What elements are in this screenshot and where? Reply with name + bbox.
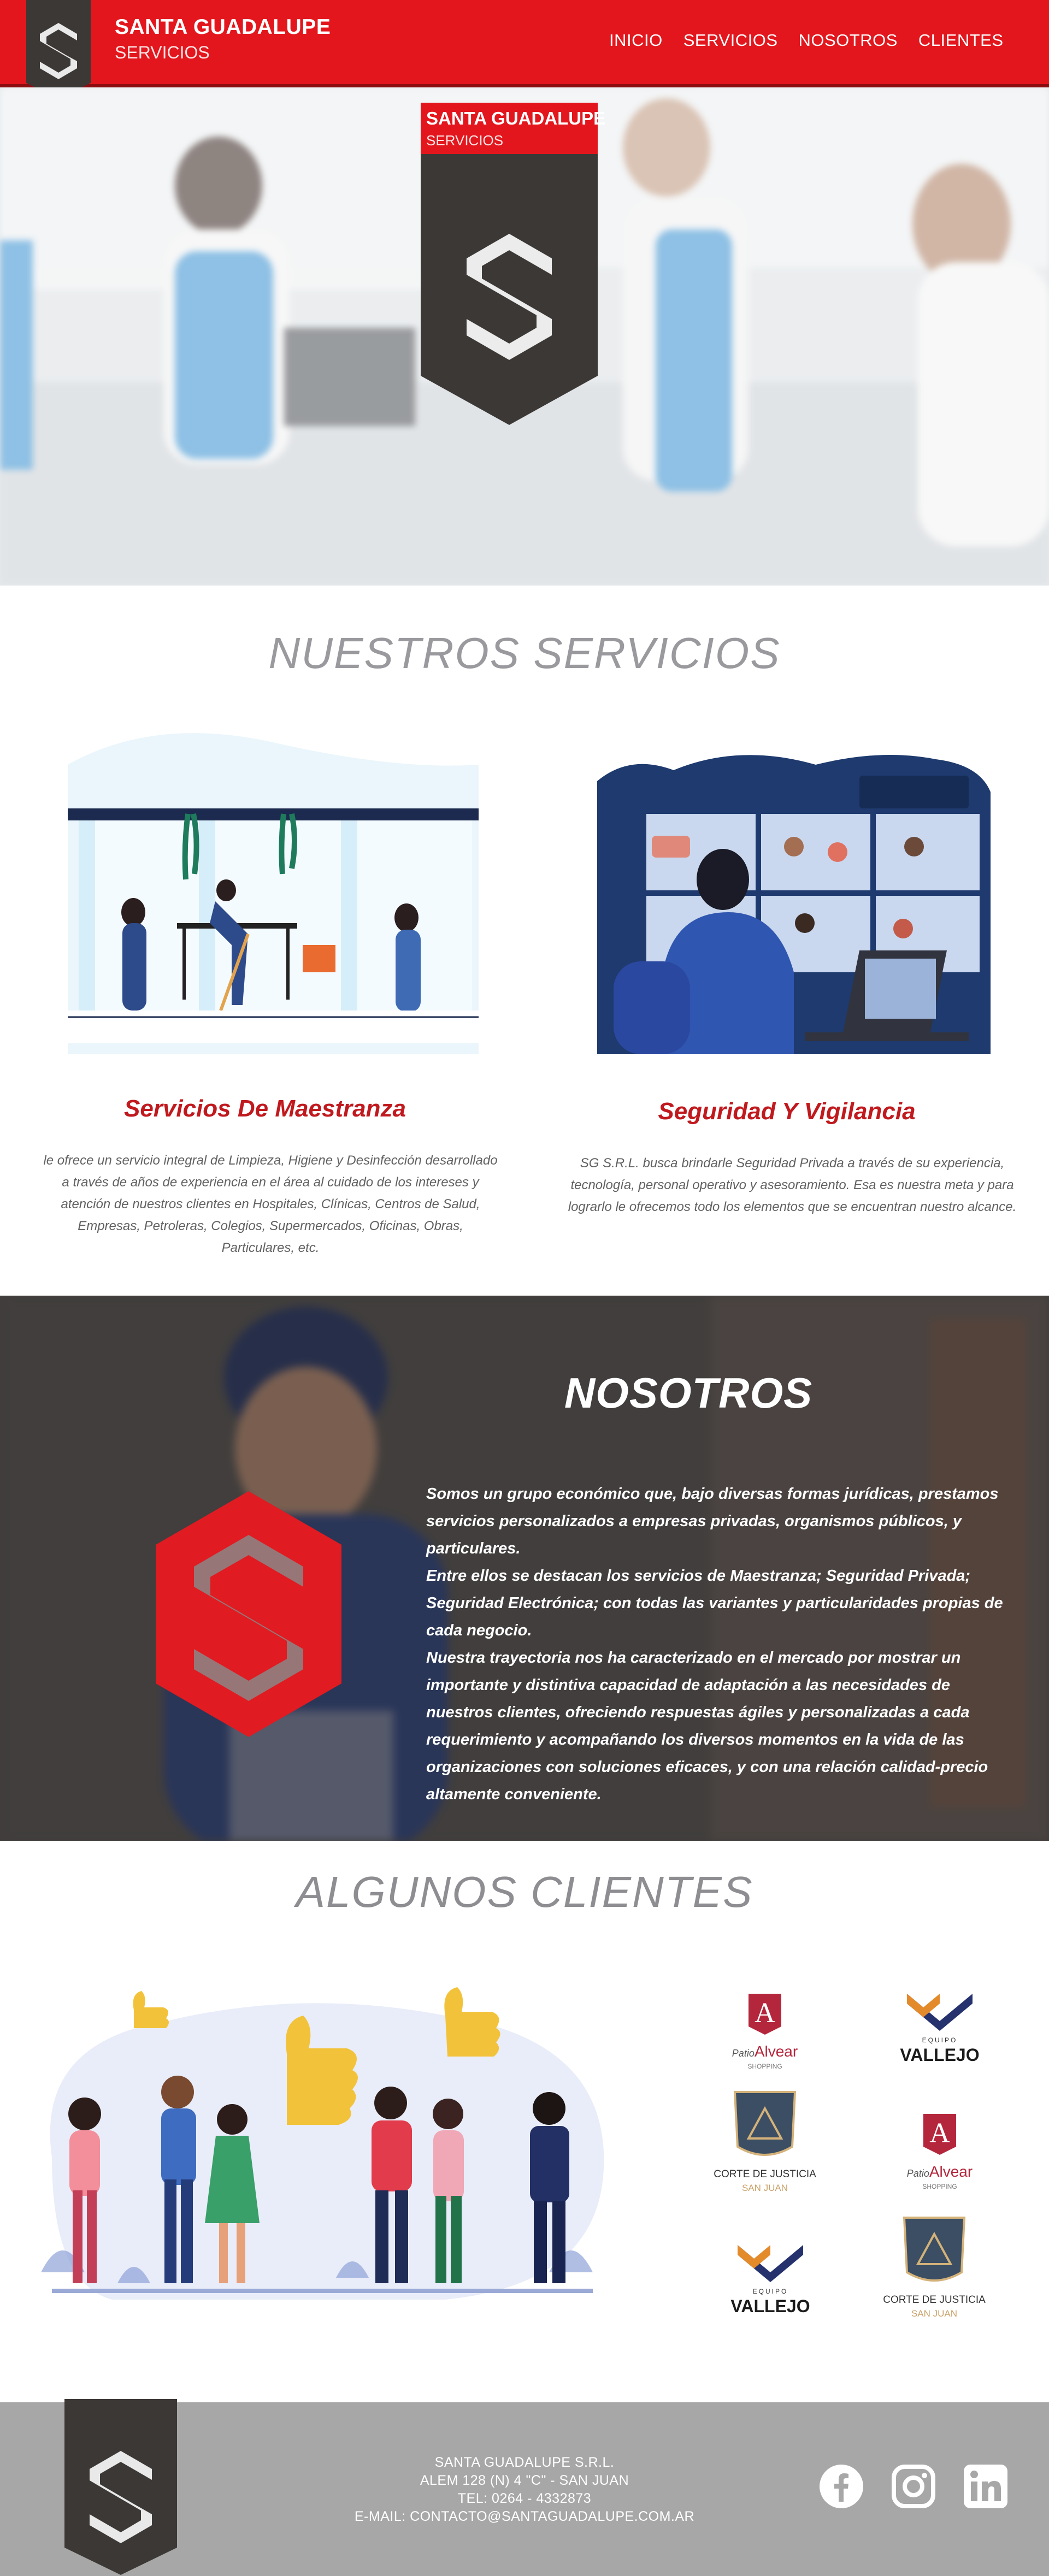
vallejo-icon (907, 1994, 973, 2031)
footer-company: SANTA GUADALUPE S.R.L. (434, 2455, 615, 2470)
hero-card-title: SANTA GUADALUPE (426, 108, 606, 128)
about-paragraph-2: Entre ellos se destacan los servicios de… (426, 1567, 1003, 1639)
footer-email[interactable]: E-MAIL: CONTACTO@SANTAGUADALUPE.COM.AR (306, 2509, 743, 2525)
cleaning-service-illustration (68, 733, 479, 1054)
client-logo-equipo-vallejo-2[interactable]: EQUIPO VALLEJO (716, 2234, 825, 2338)
happy-clients-illustration (41, 1987, 604, 2300)
client-logo-text: Patio (906, 2168, 929, 2179)
instagram-icon[interactable] (891, 2463, 936, 2509)
vallejo-icon (738, 2245, 803, 2282)
main-menu: INICIO SERVICIOS NOSOTROS CLIENTES (609, 31, 1004, 50)
client-logo-corte-justicia[interactable]: CORTE DE JUSTICIA SAN JUAN (710, 2087, 820, 2193)
facebook-icon[interactable] (818, 2463, 864, 2509)
client-logo-text: VALLEJO (900, 2045, 980, 2065)
client-logo-text: Alvear (929, 2163, 973, 2180)
security-service-illustration (597, 755, 991, 1054)
client-logo-text: Alvear (754, 2043, 798, 2060)
client-logo-subtext: SAN JUAN (911, 2308, 958, 2319)
nav-inicio[interactable]: INICIO (609, 31, 663, 50)
client-logo-subtext: EQUIPO (752, 2288, 788, 2295)
social-links (818, 2463, 1009, 2509)
service-description-seguridad: SG S.R.L. busca brindarle Seguridad Priv… (568, 1156, 1017, 1214)
brand-subtitle: SERVICIOS (115, 43, 210, 62)
footer-phone: TEL: 0264 - 4332873 (457, 2491, 592, 2506)
service-title-maestranza: Servicios De Maestranza (123, 1095, 406, 1122)
client-logo-subtext: SHOPPING (747, 2063, 782, 2070)
patio-alvear-icon: A (923, 2114, 956, 2155)
patio-alvear-icon: A (749, 1994, 781, 2035)
svg-text:A: A (929, 2118, 950, 2149)
client-logo-text: CORTE DE JUSTICIA (714, 2169, 816, 2180)
clients-heading: ALGUNOS CLIENTES (296, 1868, 753, 1916)
client-logo-subtext: SHOPPING (922, 2183, 957, 2190)
client-logo-text: CORTE DE JUSTICIA (883, 2294, 986, 2306)
service-description-maestranza: le ofrece un servicio integral de Limpie… (43, 1153, 498, 1255)
client-logo-patio-alvear[interactable]: A PatioAlvear SHOPPING (710, 1983, 820, 2087)
footer-address: ALEM 128 (N) 4 "C" - SAN JUAN (420, 2473, 629, 2488)
nav-nosotros[interactable]: NOSOTROS (799, 31, 898, 50)
brand-name: SANTA GUADALUPE (115, 15, 331, 39)
about-body: Somos un grupo económico que, bajo diver… (426, 1480, 1016, 1808)
client-logo-text: VALLEJO (730, 2296, 810, 2316)
about-logo-emblem (156, 1491, 341, 1737)
scales-of-justice-icon (733, 2091, 797, 2156)
footer-brand-logo[interactable] (64, 2399, 177, 2575)
client-logo-corte-justicia-2[interactable]: CORTE DE JUSTICIA SAN JUAN (880, 2212, 989, 2319)
hero-logo-card (421, 103, 598, 425)
hero-card-subtitle: SERVICIOS (426, 132, 504, 149)
service-title-seguridad: Seguridad Y Vigilancia (658, 1098, 916, 1125)
nav-clientes[interactable]: CLIENTES (918, 31, 1004, 50)
services-heading: NUESTROS SERVICIOS (268, 629, 781, 677)
scales-of-justice-icon (903, 2217, 966, 2282)
linkedin-icon[interactable] (963, 2463, 1009, 2509)
client-logo-subtext: EQUIPO (922, 2036, 958, 2044)
nav-servicios[interactable]: SERVICIOS (683, 31, 778, 50)
client-logo-subtext: SAN JUAN (741, 2183, 788, 2193)
about-paragraph-3: Nuestra trayectoria nos ha caracterizado… (426, 1649, 988, 1803)
client-logo-patio-alvear-2[interactable]: A PatioAlvear SHOPPING (885, 2103, 994, 2207)
about-heading: NOSOTROS (564, 1369, 813, 1417)
brand-logo[interactable] (26, 0, 91, 98)
client-logo-equipo-vallejo[interactable]: EQUIPO VALLEJO (885, 1983, 994, 2087)
about-paragraph-1: Somos un grupo económico que, bajo diver… (426, 1485, 999, 1557)
client-logo-text: Patio (732, 2048, 755, 2059)
svg-text:A: A (755, 1998, 775, 2029)
